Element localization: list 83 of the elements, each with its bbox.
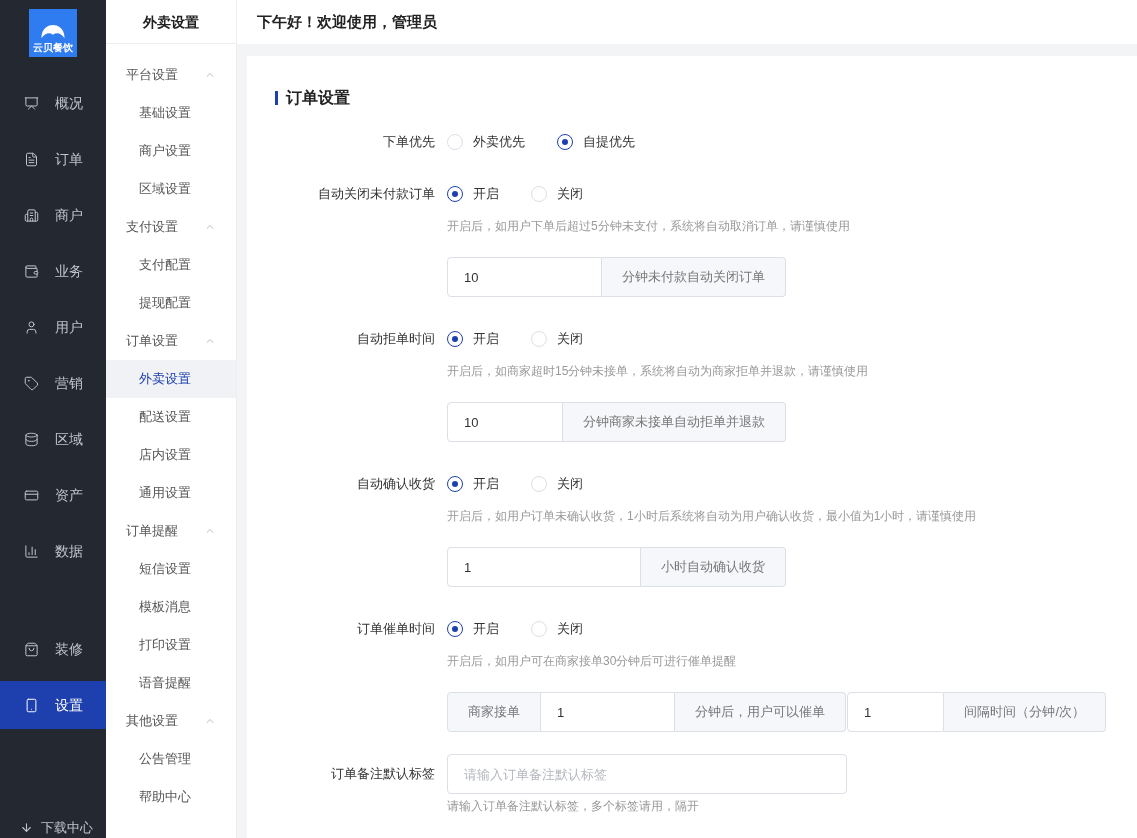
hint-text: 开启后，如用户可在商家接单30分钟后可进行催单提醒 [447,653,738,669]
submenu-item[interactable]: 提现配置 [106,284,236,322]
submenu-item[interactable]: 区域设置 [106,170,236,208]
submenu-item[interactable]: 帮助中心 [106,778,236,816]
number-input[interactable]: 10 [447,257,602,297]
input-addon: 商家接单 [447,692,541,732]
submenu-item[interactable]: 语音提醒 [106,664,236,702]
tag-icon [24,375,39,391]
nav-item[interactable]: 用户 [0,303,106,351]
nav-item[interactable]: 业务 [0,247,106,295]
tag-input[interactable]: 请输入订单备注默认标签 [447,754,847,794]
hint-text: 开启后，如用户订单未确认收货，1小时后系统将自动为用户确认收货，最小值为1小时，请谨慎使用 [447,508,977,524]
nav-item[interactable]: 商户 [0,191,106,239]
submenu-item[interactable]: 通用设置 [106,474,236,512]
cloud-logo-icon [39,24,67,40]
download-link[interactable]: 下载中心 [0,817,106,837]
database-icon [24,431,39,447]
input-addon: 小时自动确认收货 [641,547,786,587]
document-icon [24,151,39,167]
radio-option[interactable]: 关闭 [531,329,583,349]
setting-label: 订单催单时间 [357,620,435,639]
user-icon [24,319,39,335]
input-addon: 间隔时间（分钟/次） [944,692,1106,732]
arrow-down-icon [20,820,33,834]
bar-chart-icon [24,543,39,559]
greeting: 下午好！欢迎使用，管理员 [257,11,437,32]
submenu-item[interactable]: 配送设置 [106,398,236,436]
number-input[interactable]: 1 [447,547,641,587]
number-input[interactable]: 1 [847,692,945,732]
submenu-item[interactable]: 店内设置 [106,436,236,474]
submenu-group[interactable]: 订单提醒 [106,512,236,550]
submenu-item[interactable]: 外卖设置 [106,360,236,398]
input-addon: 分钟后，用户可以催单 [675,692,846,732]
nav-item[interactable]: 概况 [0,79,106,127]
radio-option[interactable]: 关闭 [531,474,583,494]
nav-item[interactable]: 订单 [0,135,106,183]
hint-text: 开启后，如用户下单后超过5分钟未支付，系统将自动取消订单，请谨慎使用 [447,218,850,234]
setting-label: 自动确认收货 [357,475,435,494]
radio-option[interactable]: 开启 [447,474,499,494]
submenu-title: 外卖设置 [143,12,199,32]
nav-item[interactable]: 设置 [0,681,106,729]
submenu-item[interactable]: 打印设置 [106,626,236,664]
submenu-item[interactable]: 商户设置 [106,132,236,170]
radio-option[interactable]: 自提优先 [557,132,635,152]
submenu-group[interactable]: 其他设置 [106,702,236,740]
input-addon: 分钟商家未接单自动拒单并退款 [563,402,786,442]
nav-item[interactable]: 营销 [0,359,106,407]
hint-text: 开启后，如商家超时15分钟未接单，系统将自动为商家拒单并退款，请谨慎使用 [447,363,869,379]
accent-bar [275,91,278,105]
radio-option[interactable]: 开启 [447,619,499,639]
submenu-group[interactable]: 平台设置 [106,56,236,94]
submenu-group[interactable]: 支付设置 [106,208,236,246]
wallet-icon [24,263,39,279]
submenu-item[interactable]: 支付配置 [106,246,236,284]
nav-item[interactable]: 资产 [0,471,106,519]
radio-option[interactable]: 关闭 [531,619,583,639]
number-input[interactable]: 10 [447,402,563,442]
setting-label: 自动关闭未付款订单 [318,185,435,204]
logo-text: 云贝餐饮 [33,42,73,53]
card-icon [24,487,39,503]
setting-label: 自动拒单时间 [357,330,435,349]
submenu-group[interactable]: 订单设置 [106,322,236,360]
setting-label: 下单优先 [383,133,435,152]
presentation-icon [24,95,39,111]
radio-option[interactable]: 关闭 [531,184,583,204]
radio-option[interactable]: 开启 [447,184,499,204]
phone-icon [24,697,39,713]
radio-option[interactable]: 开启 [447,329,499,349]
building-icon [24,207,39,223]
nav-item[interactable]: 装修 [0,625,106,673]
radio-option[interactable]: 外卖优先 [447,132,525,152]
bag-icon [24,641,39,657]
hint-text: 请输入订单备注默认标签，多个标签请用，隔开 [447,798,700,814]
submenu-item[interactable]: 短信设置 [106,550,236,588]
submenu-item[interactable]: 公告管理 [106,740,236,778]
nav-item[interactable]: 数据 [0,527,106,575]
input-addon: 分钟未付款自动关闭订单 [602,257,786,297]
nav-item[interactable]: 区域 [0,415,106,463]
section-title: 订单设置 [286,88,350,108]
submenu-item[interactable]: 基础设置 [106,94,236,132]
number-input[interactable]: 1 [541,692,675,732]
setting-label: 订单备注默认标签 [331,765,435,784]
submenu-item[interactable]: 模板消息 [106,588,236,626]
